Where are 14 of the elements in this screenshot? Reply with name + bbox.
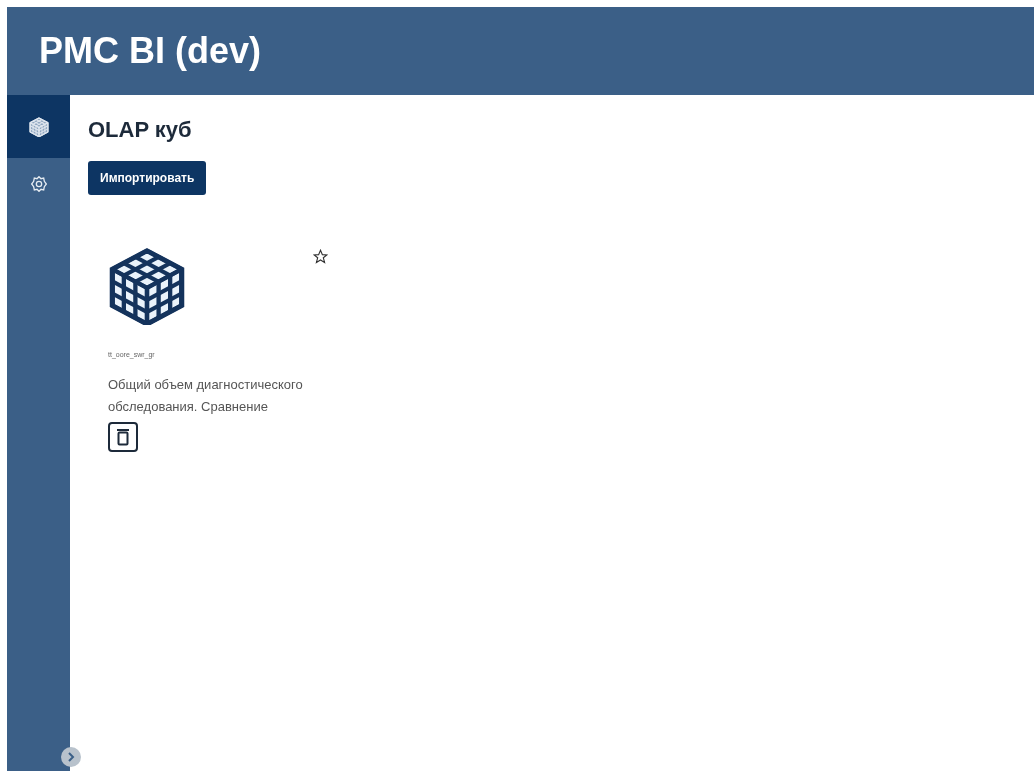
settings-icon [30, 176, 47, 192]
star-icon [313, 249, 328, 264]
app-title: PMC BI (dev) [39, 30, 261, 72]
cube-icon [28, 116, 49, 137]
import-button[interactable]: Импортировать [88, 161, 207, 195]
cube-icon [108, 247, 186, 325]
cube-name: Общий объем диагностического обследования. Сравнение [108, 376, 304, 416]
favorite-button[interactable] [313, 249, 328, 267]
page-title: OLAP куб [88, 117, 193, 143]
sidebar-tab[interactable] [7, 95, 70, 158]
expand-button[interactable] [61, 747, 81, 767]
trash-icon [116, 428, 130, 446]
delete-button[interactable] [108, 422, 138, 452]
chevron-right-icon [67, 752, 75, 762]
